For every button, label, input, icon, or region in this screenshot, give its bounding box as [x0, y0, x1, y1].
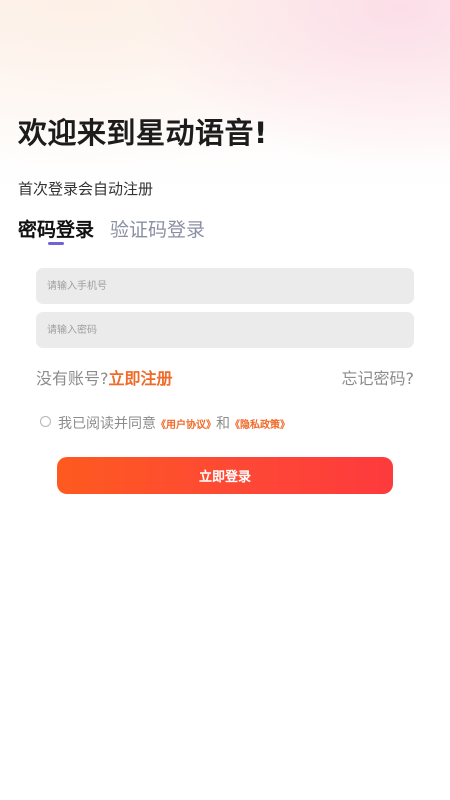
tab-code-login[interactable]: 验证码登录 — [110, 215, 205, 242]
phone-input[interactable] — [36, 268, 414, 304]
active-tab-indicator — [48, 242, 64, 245]
password-input[interactable] — [36, 312, 414, 348]
agreement-checkbox[interactable] — [40, 416, 51, 427]
tab-password-login[interactable]: 密码登录 — [18, 215, 94, 242]
auto-register-note: 首次登录会自动注册 — [18, 180, 154, 198]
user-agreement-link[interactable]: 《用户协议》 — [156, 420, 216, 431]
login-button[interactable]: 立即登录 — [57, 457, 393, 494]
welcome-title: 欢迎来到星动语音! — [18, 116, 268, 150]
agreement-text: 我已阅读并同意《用户协议》和《隐私政策》 — [58, 413, 290, 433]
privacy-policy-link[interactable]: 《隐私政策》 — [230, 420, 290, 431]
register-link[interactable]: 立即注册 — [109, 369, 173, 388]
agreement-prefix: 我已阅读并同意 — [58, 416, 156, 432]
agreement-conjunction: 和 — [216, 416, 230, 432]
no-account-label: 没有账号? — [36, 369, 109, 388]
no-account-row: 没有账号?立即注册 — [36, 365, 173, 389]
forgot-password-link[interactable]: 忘记密码? — [342, 365, 415, 389]
